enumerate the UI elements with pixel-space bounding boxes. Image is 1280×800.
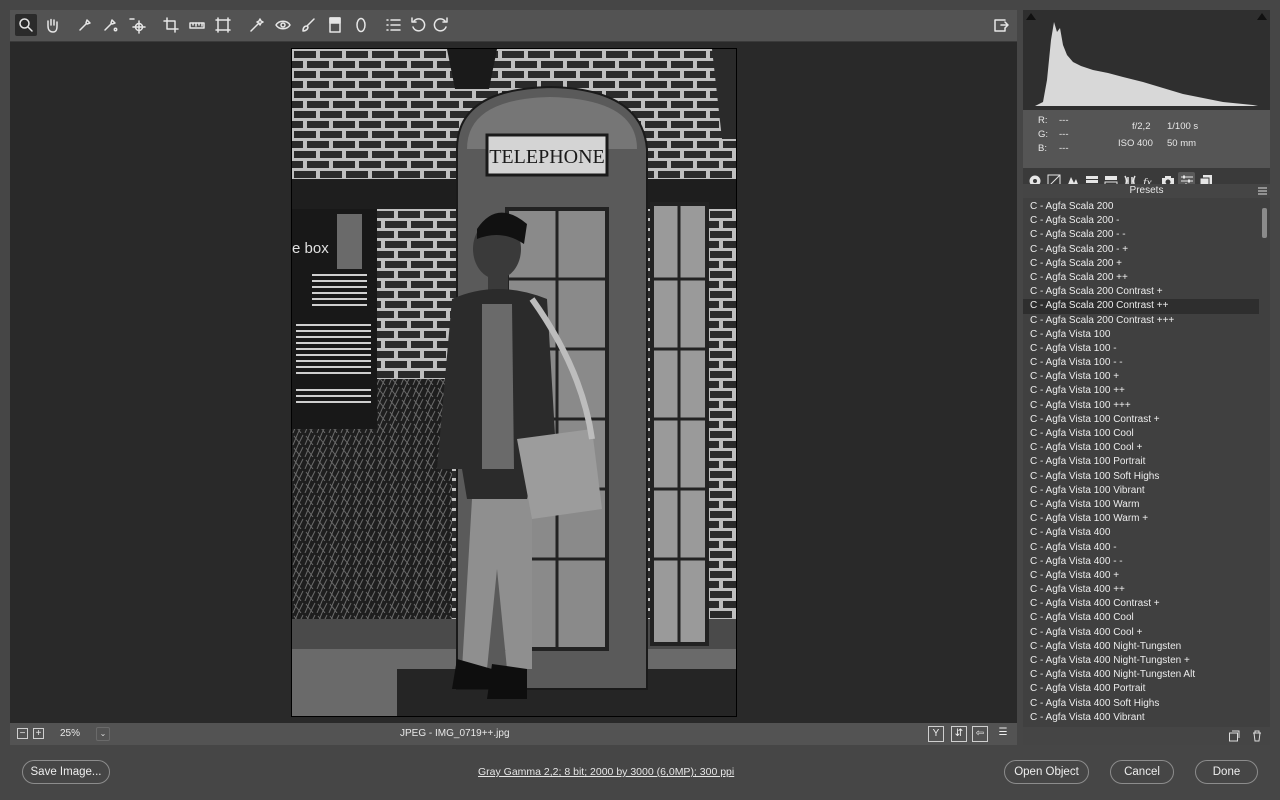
preset-item[interactable]: C - Agfa Vista 100 Contrast + (1023, 413, 1259, 427)
b-label: B: (1038, 143, 1047, 154)
preset-item[interactable]: C - Agfa Vista 100 Soft Highs (1023, 470, 1259, 484)
spot-removal-icon[interactable] (246, 14, 268, 36)
presets-list[interactable]: C - Agfa Scala 200 C - Agfa Scala 200 -C … (1023, 200, 1259, 727)
image-canvas[interactable]: e box TELEPHONE (10, 42, 1017, 723)
preset-item[interactable]: C - Agfa Vista 100 Cool (1023, 427, 1259, 441)
preset-item[interactable]: C - Agfa Vista 100 (1023, 328, 1259, 342)
presets-menu-icon[interactable] (1258, 187, 1267, 195)
status-bar: − + 25% ⌄ JPEG - IMG_0719++.jpg Y ⇵ ⇦ ☰ (10, 723, 1017, 745)
zoom-out-icon[interactable]: − (17, 728, 28, 739)
filter-icon[interactable]: Y (928, 726, 944, 742)
graduated-filter-icon[interactable] (324, 14, 346, 36)
panel-footer (1023, 727, 1270, 745)
g-label: G: (1038, 129, 1049, 140)
r-value: --- (1059, 115, 1069, 126)
zoom-tool-icon[interactable] (15, 14, 37, 36)
preset-item[interactable]: C - Agfa Vista 400 Night-Tungsten + (1023, 654, 1259, 668)
preset-item[interactable]: C - Agfa Vista 400 Soft Highs (1023, 697, 1259, 711)
preset-item[interactable]: C - Agfa Scala 200 (1023, 200, 1259, 214)
aperture: f/2,2 (1132, 121, 1151, 132)
workflow-options-link[interactable]: Gray Gamma 2,2; 8 bit; 2000 by 3000 (6,0… (478, 766, 734, 778)
zoom-in-icon[interactable]: + (33, 728, 44, 739)
open-object-button[interactable]: Open Object (1004, 760, 1089, 784)
hand-tool-icon[interactable] (41, 14, 63, 36)
shadow-clip-icon[interactable] (1257, 13, 1267, 20)
preset-item[interactable]: C - Agfa Vista 400 ++ (1023, 583, 1259, 597)
preset-item[interactable]: C - Agfa Vista 400 Night-Tungsten (1023, 640, 1259, 654)
done-button[interactable]: Done (1195, 760, 1258, 784)
color-sampler-icon[interactable] (99, 14, 121, 36)
targeted-adjustment-icon[interactable] (126, 14, 148, 36)
red-eye-icon[interactable] (272, 14, 294, 36)
crop-icon[interactable] (160, 14, 182, 36)
presets-title: Presets (1129, 185, 1164, 196)
transform-icon[interactable] (212, 14, 234, 36)
highlight-clip-icon[interactable] (1026, 13, 1036, 20)
histogram (1023, 10, 1270, 110)
scroll-thumb[interactable] (1262, 208, 1267, 238)
cancel-button[interactable]: Cancel (1110, 760, 1174, 784)
preset-item[interactable]: C - Agfa Scala 200 - - (1023, 228, 1259, 242)
zoom-level: 25% (60, 728, 81, 739)
preset-item[interactable]: C - Agfa Scala 200 + (1023, 257, 1259, 271)
toolbar (10, 10, 1017, 42)
preset-item[interactable]: C - Agfa Vista 400 Night-Tungsten Alt (1023, 668, 1259, 682)
preset-item[interactable]: C - Agfa Scala 200 Contrast +++ (1023, 314, 1259, 328)
adjustment-brush-icon[interactable] (297, 14, 319, 36)
preset-item[interactable]: C - Agfa Vista 100 - (1023, 342, 1259, 356)
focal-length: 50 mm (1167, 138, 1197, 149)
preset-item[interactable]: C - Agfa Scala 200 Contrast + (1023, 285, 1259, 299)
telephone-sign: TELEPHONE (489, 146, 605, 168)
fullscreen-icon[interactable] (990, 14, 1012, 36)
right-panel: R: --- G: --- B: --- f/2,2 1/100 s ISO 4… (1023, 10, 1270, 745)
g-value: --- (1059, 129, 1069, 140)
preset-item[interactable]: C - Agfa Vista 100 ++ (1023, 384, 1259, 398)
save-image-button[interactable]: Save Image... (22, 760, 110, 784)
r-label: R: (1038, 115, 1048, 126)
preset-item[interactable]: C - Agfa Scala 200 Contrast ++ (1023, 299, 1259, 314)
preset-item[interactable]: C - Agfa Vista 100 Warm (1023, 498, 1259, 512)
preset-item[interactable]: C - Agfa Vista 400 Cool + (1023, 626, 1259, 640)
straighten-icon[interactable] (186, 14, 208, 36)
preset-item[interactable]: C - Agfa Scala 200 - + (1023, 243, 1259, 257)
preset-item[interactable]: C - Agfa Vista 100 + (1023, 370, 1259, 384)
file-name: JPEG - IMG_0719++.jpg (400, 728, 510, 739)
preset-item[interactable]: C - Agfa Scala 200 ++ (1023, 271, 1259, 285)
photo-preview: e box TELEPHONE (291, 48, 737, 717)
preset-item[interactable]: C - Agfa Vista 400 + (1023, 569, 1259, 583)
iso: ISO 400 (1118, 138, 1153, 149)
presets-header: Presets (1023, 184, 1270, 198)
swap-icon[interactable]: ⇦ (972, 726, 988, 742)
preset-item[interactable]: C - Agfa Vista 100 Warm + (1023, 512, 1259, 526)
new-preset-icon[interactable] (1228, 730, 1240, 742)
compare-toggle-icon[interactable]: ⇵ (951, 726, 967, 742)
preset-item[interactable]: C - Agfa Vista 100 Vibrant (1023, 484, 1259, 498)
preset-item[interactable]: C - Agfa Vista 400 Contrast + (1023, 597, 1259, 611)
preset-item[interactable]: C - Agfa Vista 100 - - (1023, 356, 1259, 370)
board-heading: e box (292, 240, 329, 257)
preset-item[interactable]: C - Agfa Vista 400 (1023, 526, 1259, 540)
preset-item[interactable]: C - Agfa Vista 400 Vibrant (1023, 711, 1259, 725)
preset-item[interactable]: C - Agfa Vista 400 - (1023, 541, 1259, 555)
preset-item[interactable]: C - Agfa Vista 400 - - (1023, 555, 1259, 569)
rotate-left-icon[interactable] (407, 14, 429, 36)
delete-preset-icon[interactable] (1251, 730, 1263, 742)
preferences-list-icon[interactable] (382, 14, 404, 36)
preset-item[interactable]: C - Agfa Scala 200 - (1023, 214, 1259, 228)
radial-filter-icon[interactable] (350, 14, 372, 36)
preset-item[interactable]: C - Agfa Vista 400 Cool (1023, 611, 1259, 625)
preset-item[interactable]: C - Agfa Vista 100 Portrait (1023, 455, 1259, 469)
presets-scrollbar[interactable] (1259, 200, 1270, 727)
rotate-right-icon[interactable] (430, 14, 452, 36)
white-balance-icon[interactable] (74, 14, 96, 36)
preset-item[interactable]: C - Agfa Vista 400 Portrait (1023, 682, 1259, 696)
shutter-speed: 1/100 s (1167, 121, 1199, 132)
preset-item[interactable]: C - Agfa Vista 100 Cool + (1023, 441, 1259, 455)
histogram-graph (1035, 22, 1258, 106)
settings-sliders-icon[interactable]: ☰ (995, 726, 1011, 742)
pixel-info: R: --- G: --- B: --- f/2,2 1/100 s ISO 4… (1023, 110, 1270, 168)
preset-item[interactable]: C - Agfa Vista 100 +++ (1023, 399, 1259, 413)
zoom-dropdown-icon[interactable]: ⌄ (96, 727, 110, 741)
b-value: --- (1059, 143, 1069, 154)
